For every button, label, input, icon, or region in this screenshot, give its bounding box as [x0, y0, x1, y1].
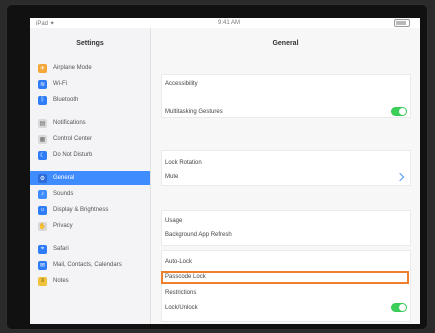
- row-accessibility[interactable]: Accessibility: [161, 77, 409, 91]
- row-background-app-refresh[interactable]: Background App Refresh: [161, 228, 409, 242]
- sidebar-item-privacy[interactable]: ✋ Privacy: [38, 219, 150, 233]
- sidebar-item-safari[interactable]: ⌖ Safari: [38, 242, 150, 256]
- sidebar-item-label: Wi-Fi: [53, 81, 67, 87]
- moon-icon: ☾: [38, 150, 47, 160]
- row-label: Auto-Lock: [165, 259, 193, 265]
- sidebar-item-airplane-mode[interactable]: ✈ Airplane Mode: [38, 61, 150, 75]
- row-label: Restrictions: [165, 290, 197, 296]
- sidebar-item-label: Notes: [53, 278, 69, 284]
- sidebar-item-do-not-disturb[interactable]: ☾ Do Not Disturb: [38, 148, 150, 162]
- row-passcode-lock[interactable]: Passcode Lock: [161, 270, 409, 284]
- general-pane: General Accessibility Multitasking Gestu…: [151, 28, 420, 324]
- status-time: 9:41 AM: [218, 20, 241, 26]
- wifi-icon: ≋: [38, 79, 47, 89]
- ipad-screen: iPad ✦ 9:41 AM Settings ✈ Airplane Mode …: [30, 18, 420, 324]
- notes-icon: ≡: [38, 276, 47, 286]
- sidebar-item-label: Sounds: [53, 191, 74, 197]
- row-lock-rotation[interactable]: Lock Rotation: [161, 156, 409, 170]
- sidebar-item-label: Control Center: [53, 136, 93, 142]
- sidebar-item-label: Airplane Mode: [53, 65, 92, 71]
- settings-sidebar: Settings ✈ Airplane Mode ≋ Wi-Fi ᛒ Bluet…: [30, 28, 151, 324]
- row-lock-unlock[interactable]: Lock/Unlock: [161, 301, 409, 315]
- battery-icon: [394, 19, 410, 27]
- row-restrictions[interactable]: Restrictions: [161, 286, 409, 300]
- hand-icon: ✋: [38, 221, 47, 231]
- sidebar-title: Settings: [76, 40, 104, 47]
- airplane-icon: ✈: [38, 63, 47, 73]
- toggle-switch[interactable]: [391, 303, 407, 312]
- sidebar-item-bluetooth[interactable]: ᛒ Bluetooth: [38, 93, 150, 107]
- device-frame: iPad ✦ 9:41 AM Settings ✈ Airplane Mode …: [0, 0, 435, 333]
- row-multitasking-gestures[interactable]: Multitasking Gestures: [161, 105, 409, 119]
- sidebar-item-label: Privacy: [53, 223, 73, 229]
- row-label: Multitasking Gestures: [165, 109, 223, 115]
- compass-icon: ⌖: [38, 244, 47, 254]
- sidebar-item-label: Safari: [53, 246, 69, 252]
- sidebar-item-label: General: [53, 175, 75, 181]
- status-carrier: iPad ✦: [36, 21, 55, 27]
- sidebar-item-label: Notifications: [53, 120, 86, 126]
- sidebar-item-general[interactable]: ⚙ General: [30, 171, 150, 185]
- control-center-icon: ▦: [38, 134, 47, 144]
- row-label: Passcode Lock: [165, 274, 206, 280]
- mail-icon: ✉: [38, 260, 47, 270]
- row-auto-lock[interactable]: Auto-Lock: [161, 255, 409, 269]
- bluetooth-icon: ᛒ: [38, 95, 47, 105]
- sidebar-item-notes[interactable]: ≡ Notes: [38, 274, 150, 288]
- row-label: Lock/Unlock: [165, 305, 198, 311]
- row-label: Mute: [165, 174, 179, 180]
- row-label: Lock Rotation: [165, 160, 202, 166]
- toggle-switch[interactable]: [391, 107, 407, 116]
- sidebar-item-label: Mail, Contacts, Calendars: [53, 262, 122, 268]
- sidebar-item-notifications[interactable]: ▤ Notifications: [38, 116, 150, 130]
- checkmark-icon: [395, 172, 405, 182]
- brightness-icon: ☼: [38, 205, 47, 215]
- notifications-icon: ▤: [38, 118, 47, 128]
- sidebar-item-wifi[interactable]: ≋ Wi-Fi: [38, 77, 150, 91]
- ipad-bezel: iPad ✦ 9:41 AM Settings ✈ Airplane Mode …: [6, 4, 428, 330]
- sidebar-item-sounds[interactable]: ♪ Sounds: [38, 187, 150, 201]
- sidebar-item-mail-contacts-calendars[interactable]: ✉ Mail, Contacts, Calendars: [38, 258, 150, 272]
- sidebar-item-label: Display & Brightness: [53, 207, 109, 213]
- row-label: Accessibility: [165, 81, 198, 87]
- gear-icon: ⚙: [38, 173, 47, 183]
- page-title: General: [272, 40, 299, 47]
- row-label: Background App Refresh: [165, 232, 232, 238]
- status-bar: iPad ✦ 9:41 AM: [30, 18, 420, 28]
- sidebar-item-label: Bluetooth: [53, 97, 79, 103]
- row-mute[interactable]: Mute: [161, 170, 409, 184]
- sounds-icon: ♪: [38, 189, 47, 199]
- sidebar-item-display-brightness[interactable]: ☼ Display & Brightness: [38, 203, 150, 217]
- row-usage[interactable]: Usage: [161, 214, 409, 228]
- sidebar-item-label: Do Not Disturb: [53, 152, 93, 158]
- sidebar-item-control-center[interactable]: ▦ Control Center: [38, 132, 150, 146]
- row-label: Usage: [165, 218, 183, 224]
